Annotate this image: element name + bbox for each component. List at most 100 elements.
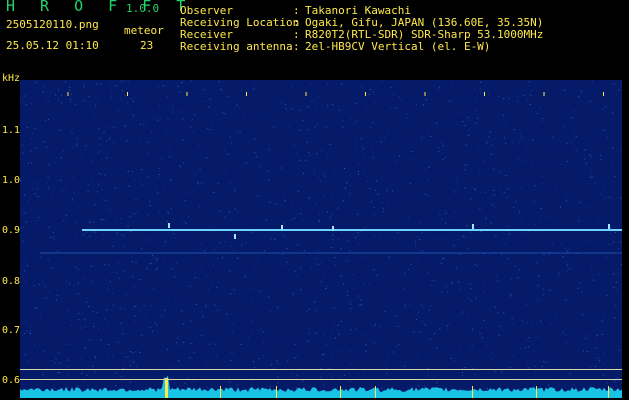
noise-speck (67, 359, 69, 361)
noise-speck (157, 192, 159, 194)
noise-speck (65, 189, 67, 191)
noise-speck (569, 268, 570, 270)
noise-speck (236, 104, 238, 106)
noise-speck (559, 164, 561, 166)
noise-speck (106, 140, 108, 142)
noise-speck (511, 141, 513, 143)
noise-speck (109, 208, 111, 210)
noise-speck (464, 367, 466, 368)
noise-speck (29, 331, 31, 333)
noise-speck (204, 250, 206, 252)
noise-speck (29, 325, 31, 327)
noise-speck (100, 84, 102, 86)
noise-speck (59, 372, 61, 373)
noise-speck (421, 250, 423, 252)
noise-speck (228, 211, 230, 213)
noise-speck (609, 196, 611, 198)
noise-speck (145, 239, 147, 241)
noise-speck (154, 369, 156, 371)
noise-speck (495, 235, 497, 237)
noise-speck (111, 90, 113, 92)
noise-speck (476, 265, 478, 267)
noise-speck (128, 348, 130, 350)
noise-speck (494, 306, 496, 308)
noise-speck (423, 385, 425, 387)
noise-speck (406, 117, 408, 119)
noise-speck (139, 352, 141, 353)
noise-speck (206, 386, 208, 388)
noise-speck (298, 129, 300, 131)
noise-speck (597, 357, 599, 359)
noise-speck (361, 256, 363, 258)
noise-speck (24, 95, 26, 97)
noise-speck (179, 91, 180, 93)
noise-speck (208, 289, 210, 291)
noise-speck (36, 138, 38, 140)
noise-speck (372, 156, 374, 158)
noise-speck (277, 172, 279, 174)
noise-speck (37, 188, 39, 190)
noise-speck (308, 197, 310, 199)
noise-speck (308, 308, 310, 310)
noise-speck (142, 184, 144, 185)
noise-speck (109, 138, 111, 140)
noise-speck (195, 174, 197, 176)
noise-speck (249, 220, 251, 222)
noise-speck (77, 386, 79, 387)
noise-speck (606, 294, 608, 296)
noise-speck (517, 100, 519, 102)
noise-speck (618, 89, 620, 91)
noise-speck (612, 147, 614, 149)
noise-speck (451, 85, 453, 87)
noise-speck (333, 307, 335, 309)
noise-speck (101, 292, 102, 294)
noise-speck (108, 264, 110, 266)
noise-speck (230, 293, 232, 295)
noise-speck (491, 359, 493, 361)
noise-speck (200, 243, 202, 245)
noise-speck (519, 387, 521, 389)
noise-speck (91, 160, 93, 162)
noise-speck (132, 114, 134, 116)
power-spike (340, 386, 341, 398)
noise-speck (194, 277, 196, 278)
noise-speck (613, 287, 615, 289)
noise-speck (575, 149, 577, 151)
noise-speck (90, 265, 92, 267)
noise-speck (55, 357, 57, 359)
noise-speck (36, 211, 38, 213)
noise-speck (74, 266, 76, 268)
noise-speck (487, 389, 489, 391)
noise-speck (95, 105, 97, 107)
noise-speck (528, 81, 530, 83)
noise-speck (438, 147, 440, 149)
noise-speck (325, 344, 327, 346)
noise-speck (436, 238, 438, 239)
noise-speck (270, 238, 272, 240)
noise-speck (458, 112, 460, 114)
noise-speck (447, 291, 449, 293)
noise-speck (470, 288, 472, 290)
noise-speck (45, 376, 47, 378)
noise-speck (514, 265, 516, 267)
noise-speck (527, 361, 529, 363)
noise-speck (33, 388, 35, 390)
header-panel: H R O F F T 1.0.0 2505120110.png meteor … (0, 0, 629, 62)
noise-speck (464, 169, 466, 171)
noise-speck (265, 219, 267, 221)
noise-speck (354, 287, 356, 289)
noise-speck (100, 339, 102, 341)
noise-speck (445, 156, 447, 158)
noise-speck (599, 360, 601, 362)
noise-speck (228, 95, 230, 97)
noise-speck (493, 138, 495, 140)
noise-speck (355, 121, 357, 123)
noise-speck (441, 142, 443, 144)
noise-speck (463, 164, 465, 166)
noise-speck (595, 347, 597, 349)
noise-speck (291, 202, 293, 204)
noise-speck (390, 87, 392, 89)
noise-speck (170, 207, 172, 209)
noise-speck (540, 220, 542, 222)
noise-speck (118, 277, 120, 279)
